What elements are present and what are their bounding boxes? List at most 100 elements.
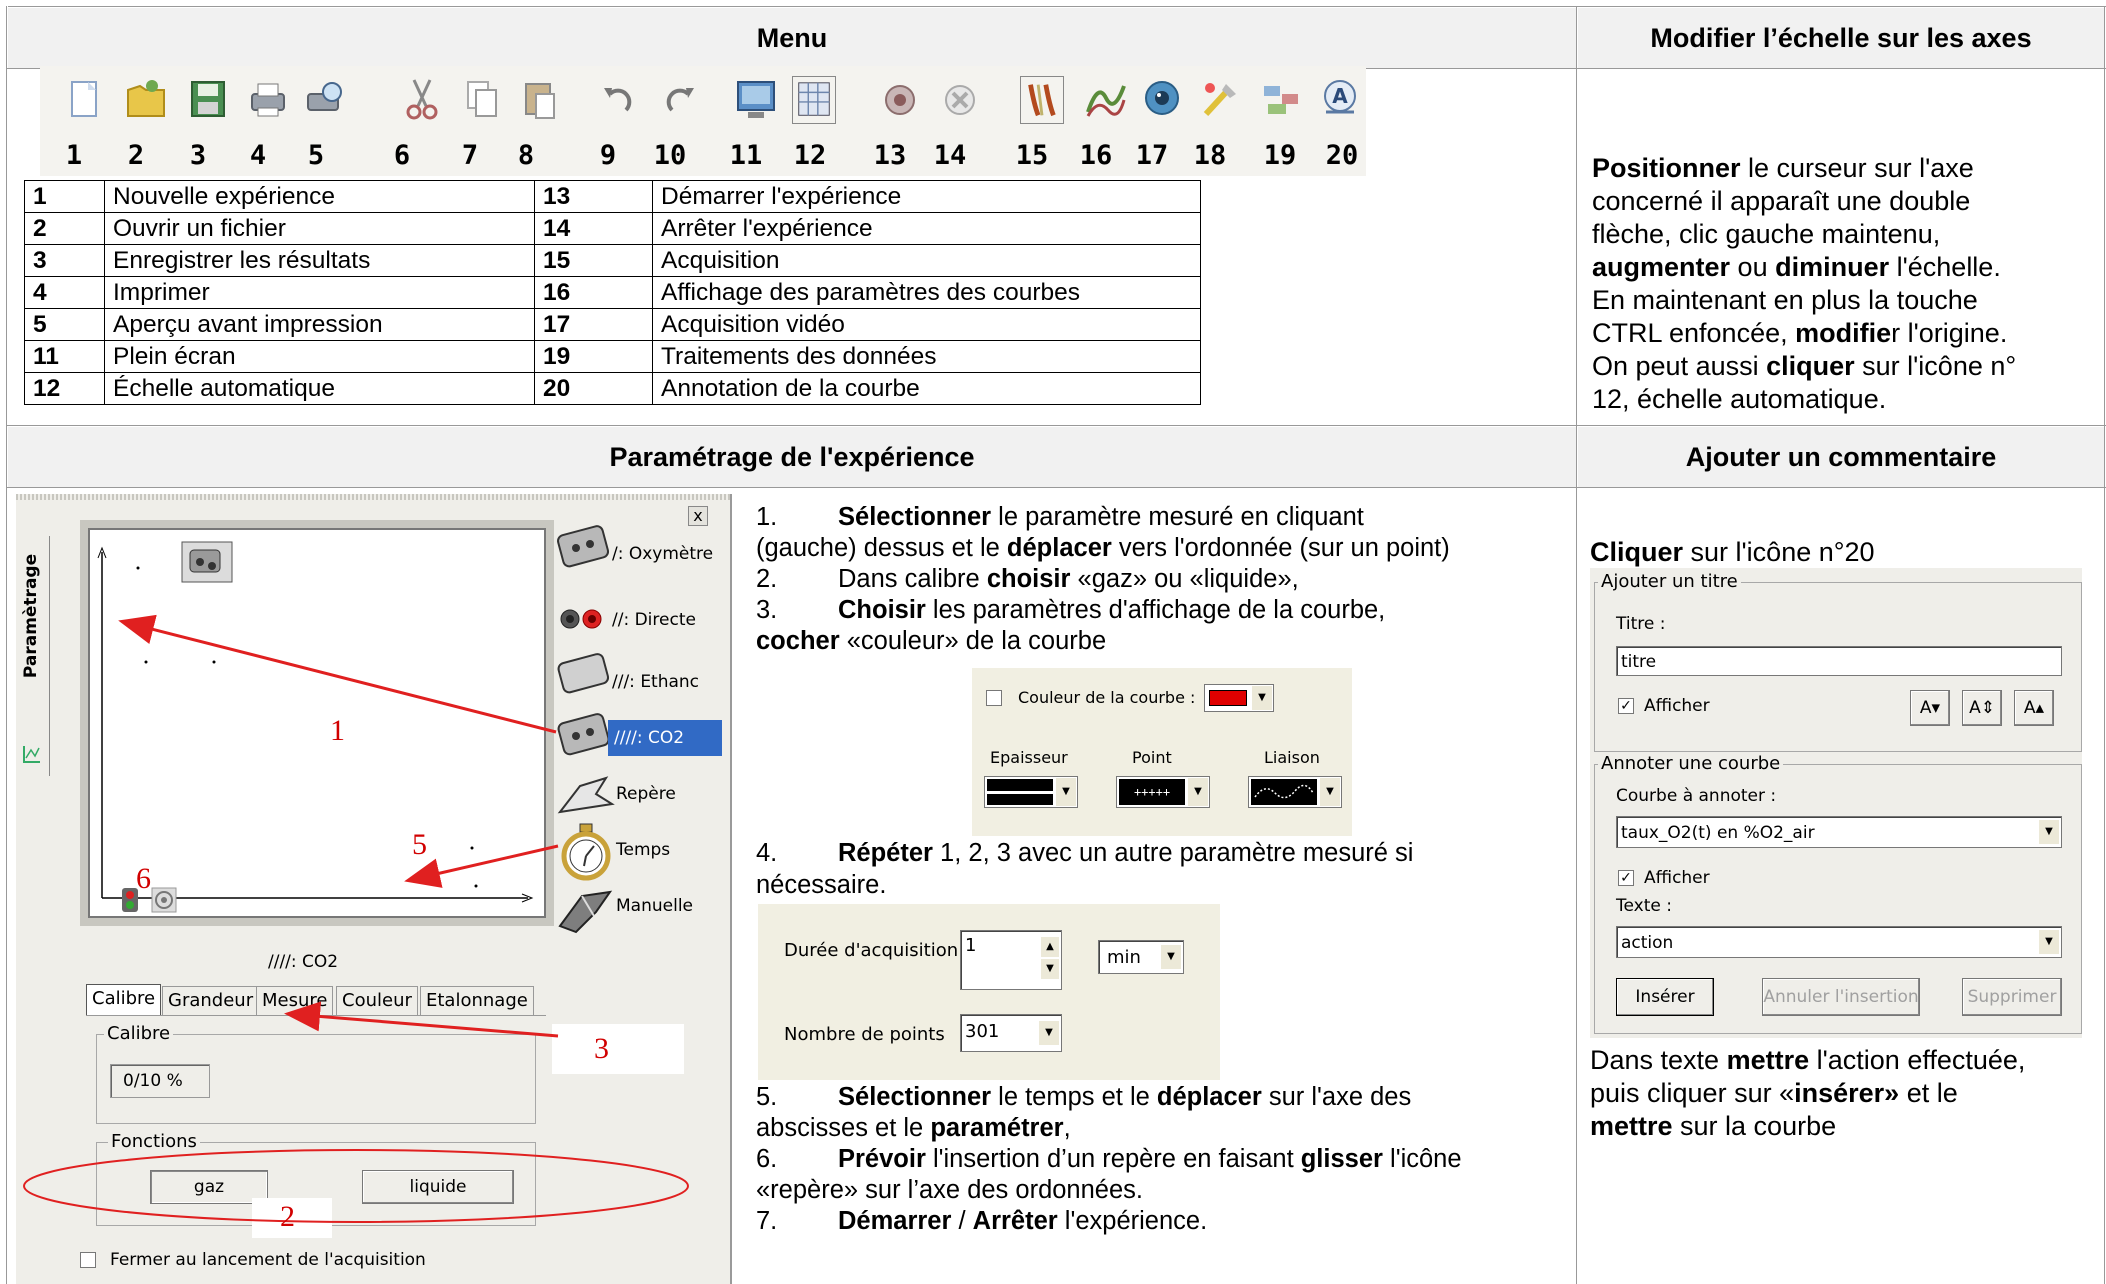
step-5-cont: abscisses et le paramétrer, [756, 1113, 1071, 1144]
step-number: 3. [756, 596, 778, 624]
annot-show-label: Afficher [1644, 868, 1710, 888]
step-1: 1. Sélectionner le paramètre mesuré en cl… [756, 502, 1364, 533]
annotation-number: 5 [412, 828, 427, 861]
annotation-number: 6 [136, 862, 151, 895]
step-text: Sélectionner le temps et le déplacer sur… [838, 1083, 1412, 1111]
step-number: 6. [756, 1145, 778, 1173]
chevron-down-icon[interactable]: ▼ [1188, 778, 1208, 806]
rich-line: Dans texte mettre l'action effectuée, [1590, 1045, 2026, 1075]
duration-unit-select[interactable]: min ▼ [1098, 940, 1184, 974]
points-select[interactable]: 301 ▼ [960, 1014, 1062, 1052]
annotate-group-label: Annoter une courbe [1598, 753, 1784, 774]
comment-after: Dans texte mettre l'action effectuée, pu… [1590, 1044, 2100, 1143]
step-text: cocher «couleur» de la courbe [756, 627, 1107, 655]
curve-display-widget: Couleur de la courbe : ▼ Epaisseur Point… [972, 668, 1352, 836]
titre-value: titre [1621, 652, 1657, 672]
annotation-number: 2 [280, 1200, 295, 1233]
spin-up-icon[interactable]: ▲ [1041, 937, 1059, 957]
step-1-cont: (gauche) dessus et le déplacer vers l'or… [756, 533, 1450, 564]
step-3: 3. Choisir les paramètres d'affichage de … [756, 595, 1385, 626]
step-text: Démarrer / Arrêter l'expérience. [838, 1207, 1208, 1235]
title-group-label: Ajouter un titre [1598, 571, 1741, 592]
duration-value: 1 [965, 935, 977, 956]
curve-color-swatch [1209, 690, 1247, 706]
delete-button[interactable]: Supprimer [1962, 978, 2062, 1016]
step-number: 2. [756, 565, 778, 593]
step-4: 4. Répéter 1, 2, 3 avec un autre paramètr… [756, 838, 1413, 869]
step-text: «repère» sur l’axe des ordonnées. [756, 1176, 1143, 1204]
chevron-down-icon[interactable]: ▼ [2039, 930, 2059, 954]
step-text: nécessaire. [756, 871, 887, 899]
step-6-cont: «repère» sur l’axe des ordonnées. [756, 1175, 1143, 1206]
epaisseur-select[interactable]: ▼ [984, 776, 1078, 808]
step-4-cont: nécessaire. [756, 870, 886, 901]
comment-intro: Cliquer sur l'icône n°20 [1590, 536, 1875, 569]
cancel-insert-label: Annuler l'insertion [1763, 987, 1919, 1007]
curve-value: taux_O2(t) en %O2_air [1621, 823, 1815, 843]
cancel-insert-button[interactable]: Annuler l'insertion [1762, 978, 1920, 1016]
points-label: Nombre de points [784, 1024, 945, 1045]
step-5: 5. Sélectionner le temps et le déplacer s… [756, 1082, 1411, 1113]
font-increase-button[interactable]: A▴ [2014, 690, 2054, 726]
point-label: Point [1132, 748, 1172, 767]
font-decrease-button[interactable]: A▾ [1910, 690, 1950, 726]
chevron-down-icon[interactable]: ▼ [2039, 820, 2059, 844]
acquisition-widget: Durée d'acquisition 1 ▲ ▼ min ▼ Nombre d… [758, 904, 1220, 1080]
chevron-down-icon[interactable]: ▼ [1161, 945, 1181, 969]
line-thickness-preview [987, 779, 1053, 805]
liaison-label: Liaison [1264, 748, 1320, 767]
duration-label: Durée d'acquisition [784, 940, 959, 961]
delete-button-label: Supprimer [1967, 987, 2057, 1007]
step-3-cont: cocher «couleur» de la courbe [756, 626, 1106, 657]
step-text: abscisses et le paramétrer, [756, 1114, 1071, 1142]
epaisseur-label: Epaisseur [990, 748, 1068, 767]
annotation-number: 3 [594, 1032, 609, 1065]
step-number: 7. [756, 1207, 778, 1235]
chevron-down-icon[interactable]: ▼ [1320, 778, 1340, 806]
spin-down-icon[interactable]: ▼ [1041, 959, 1059, 979]
chevron-down-icon[interactable]: ▼ [1056, 778, 1076, 806]
step-text: Choisir les paramètres d'affichage de la… [838, 596, 1386, 624]
step-text: Répéter 1, 2, 3 avec un autre paramètre … [838, 839, 1414, 867]
insert-button[interactable]: Insérer [1616, 978, 1714, 1016]
point-select[interactable]: +++++ ▼ [1116, 776, 1210, 808]
insert-button-label: Insérer [1635, 987, 1695, 1007]
curve-color-picker[interactable]: ▼ [1204, 684, 1274, 712]
step-text: Prévoir l'insertion d’un repère en faisa… [838, 1145, 1462, 1173]
title-show-checkbox[interactable]: ✓ [1618, 698, 1634, 714]
step-text: Dans calibre choisir «gaz» ou «liquide», [838, 565, 1299, 593]
duration-unit: min [1107, 947, 1141, 968]
point-style-preview: +++++ [1119, 779, 1185, 805]
step-text: (gauche) dessus et le déplacer vers l'or… [756, 534, 1450, 562]
texte-select[interactable]: action ▼ [1616, 926, 2062, 958]
annotation-number: 1 [330, 714, 345, 747]
rich-line: Cliquer sur l'icône n°20 [1590, 537, 1875, 567]
step-2: 2. Dans calibre choisir «gaz» ou «liquide… [756, 564, 1299, 595]
curve-color-checkbox[interactable] [986, 690, 1002, 706]
rich-line: mettre sur la courbe [1590, 1111, 1837, 1141]
step-text: Sélectionner le paramètre mesuré en cliq… [838, 503, 1364, 531]
annotation-dialog: Ajouter un titre Titre : titre ✓ Affiche… [1590, 568, 2082, 1038]
duration-spinner[interactable]: 1 ▲ ▼ [960, 930, 1062, 990]
titre-label: Titre : [1616, 614, 1666, 634]
chevron-down-icon[interactable]: ▼ [1252, 686, 1272, 710]
link-style-preview [1251, 779, 1317, 805]
texte-label: Texte : [1616, 896, 1672, 916]
annot-show-checkbox[interactable]: ✓ [1618, 870, 1634, 886]
font-decrease-label: A▾ [1919, 698, 1941, 718]
liaison-select[interactable]: ▼ [1248, 776, 1342, 808]
curve-label: Courbe à annoter : [1616, 786, 1777, 806]
font-increase-label: A▴ [2023, 698, 2045, 718]
titre-input[interactable]: titre [1616, 646, 2062, 676]
step-number: 4. [756, 839, 778, 867]
font-size-button[interactable]: A⇕ [1962, 690, 2002, 726]
points-value: 301 [965, 1021, 1000, 1042]
title-show-label: Afficher [1644, 696, 1710, 716]
rich-line: puis cliquer sur «insérer» et le [1590, 1078, 1958, 1108]
curve-select[interactable]: taux_O2(t) en %O2_air ▼ [1616, 816, 2062, 848]
step-6: 6. Prévoir l'insertion d’un repère en fai… [756, 1144, 1462, 1175]
chevron-down-icon[interactable]: ▼ [1039, 1021, 1059, 1045]
step-7: 7. Démarrer / Arrêter l'expérience. [756, 1206, 1207, 1237]
step-number: 5. [756, 1083, 778, 1111]
curve-color-label: Couleur de la courbe : [1018, 688, 1196, 707]
